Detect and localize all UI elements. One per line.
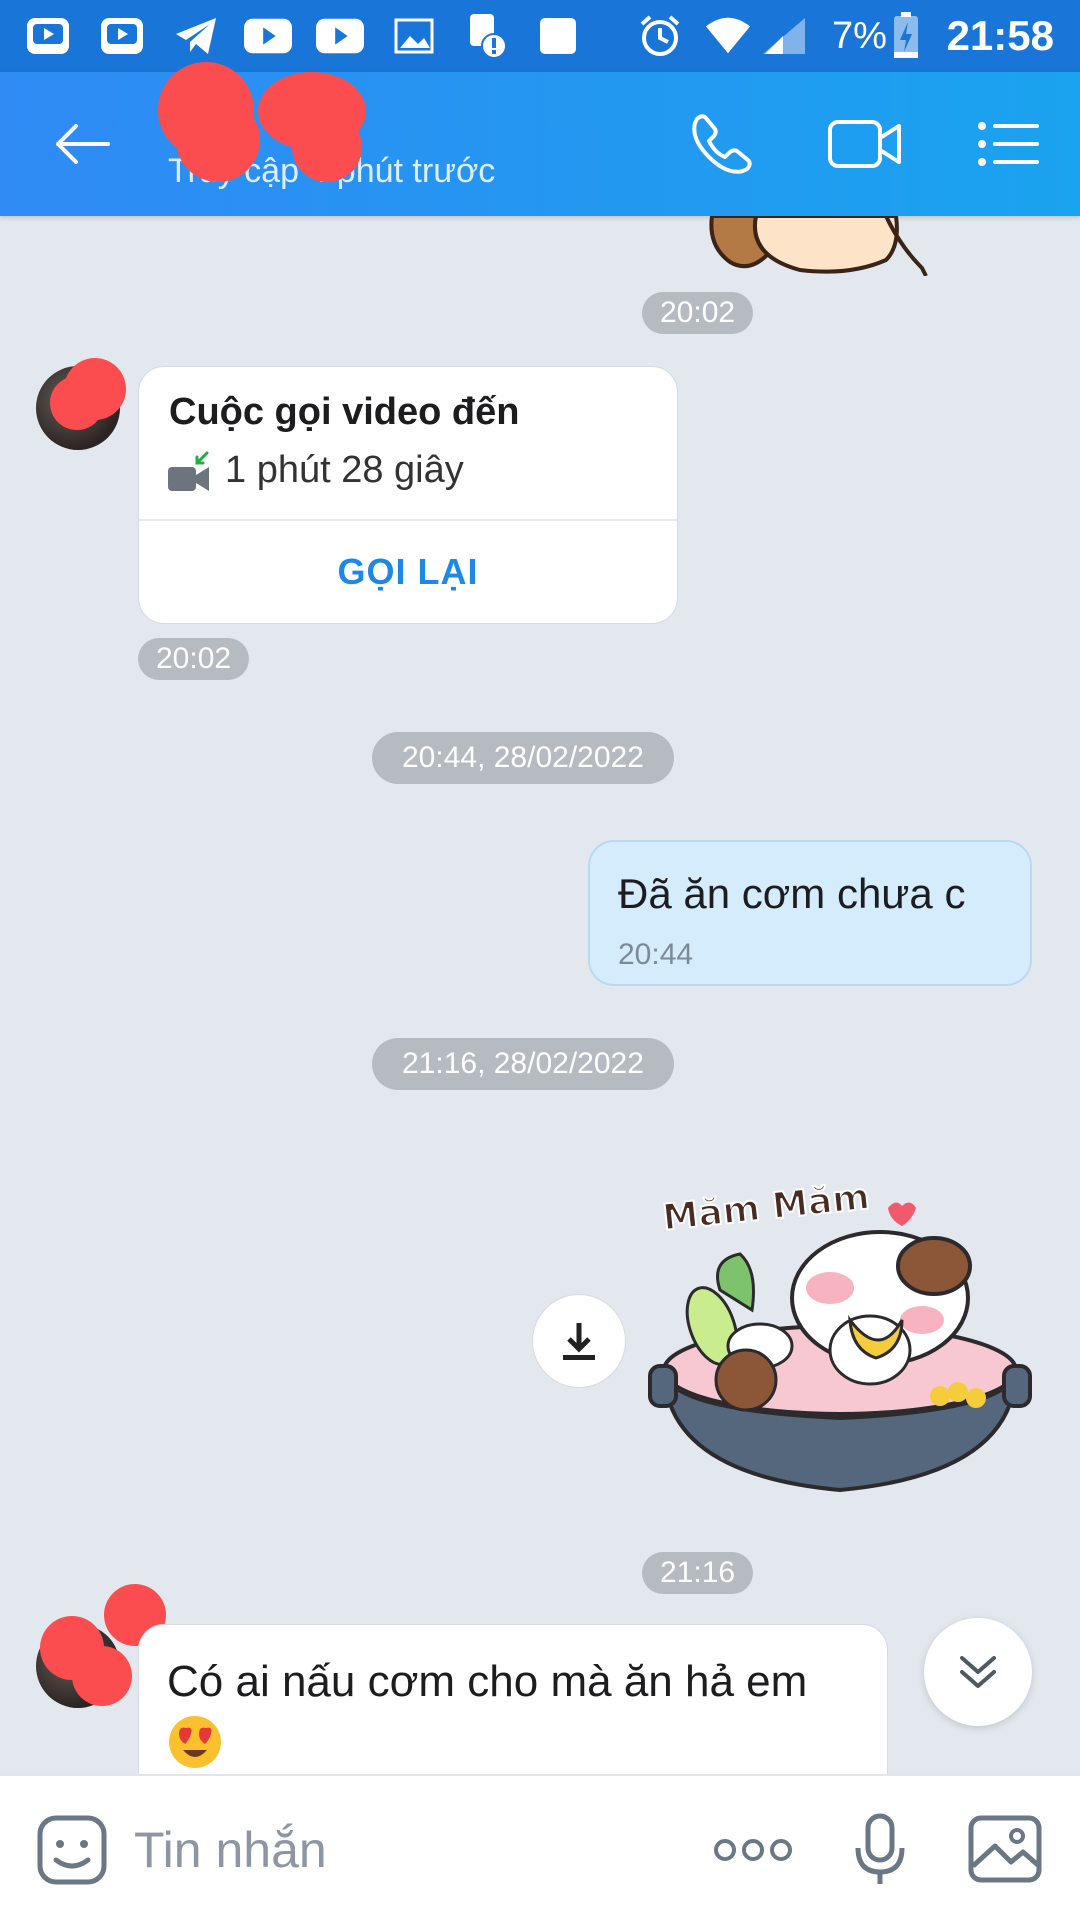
youtube-icon [316,12,364,60]
gallery-icon [968,1815,1042,1883]
sticker-image: Măm Măm [648,1175,1032,1493]
message-input[interactable] [134,1812,674,1888]
sticker-message[interactable]: Măm Măm [640,1170,1040,1520]
menu-icon [978,122,1039,166]
message-text: Có ai nấu cơm cho mà ăn hả em [167,1653,867,1770]
message-time: 20:02 [138,638,250,680]
redaction-mark [72,1646,132,1706]
call-back-button[interactable]: GỌI LẠI [139,519,677,623]
message-text: Đã ăn cơm chưa c [618,870,966,917]
download-button[interactable] [532,1294,626,1388]
message-composer [0,1774,1080,1920]
voice-call-button[interactable] [682,108,762,180]
message-time: 21:16 [642,1552,754,1594]
call-title: Cuộc gọi video đến [169,391,520,433]
app-tv-icon [24,12,72,60]
call-duration: 1 phút 28 giây [225,449,464,491]
wifi-icon [704,12,752,60]
video-camera-icon [828,120,901,168]
redaction-mark [176,98,260,182]
signal-icon [760,12,808,60]
date-separator: 21:16, 28/02/2022 [372,1038,674,1090]
chat-header: B Truy cập 4 phút trước [0,62,1080,216]
redaction-mark [50,376,104,430]
sticker-icon [37,1815,107,1885]
download-icon [563,1323,595,1360]
back-button[interactable] [46,112,118,176]
clock: 21:58 [946,12,1054,59]
heart-eyes-emoji-icon [167,1714,223,1770]
message-time: 20:44 [618,938,694,971]
microphone-icon [855,1813,905,1884]
alert-icon [464,12,512,60]
date-separator: 20:44, 28/02/2022 [372,732,674,784]
more-options-button[interactable] [710,1820,796,1880]
redaction-mark [292,112,362,182]
battery-percentage: 7% [832,15,887,57]
gallery-button[interactable] [964,1808,1046,1890]
sticker-caption: Măm Măm [661,1176,872,1238]
app-tv-icon [98,12,146,60]
telegram-icon [172,12,220,60]
more-icon [714,1839,792,1861]
image-icon [390,12,438,60]
youtube-icon [244,12,292,60]
square-icon [534,12,582,60]
chat-menu-button[interactable] [972,108,1044,180]
outgoing-message[interactable]: Đã ăn cơm chưa c 20:44 [588,840,1032,986]
double-chevron-down-icon [960,1656,996,1688]
message-time: 20:02 [642,292,754,334]
status-bar: 7% 21:58 [0,0,1080,72]
alarm-icon [636,12,684,60]
incoming-video-call-icon [168,451,209,491]
sticker-button[interactable] [34,1812,110,1888]
video-call-card[interactable]: Cuộc gọi video đến 1 phút 28 giây GỌI LẠ… [138,366,678,624]
phone-icon [692,114,752,174]
battery-charging-icon [888,12,924,60]
scroll-to-bottom-button[interactable] [924,1618,1032,1726]
voice-message-button[interactable] [848,1808,912,1892]
sticker-partial[interactable] [700,216,940,276]
back-arrow-icon [56,124,110,164]
video-call-button[interactable] [822,108,908,180]
